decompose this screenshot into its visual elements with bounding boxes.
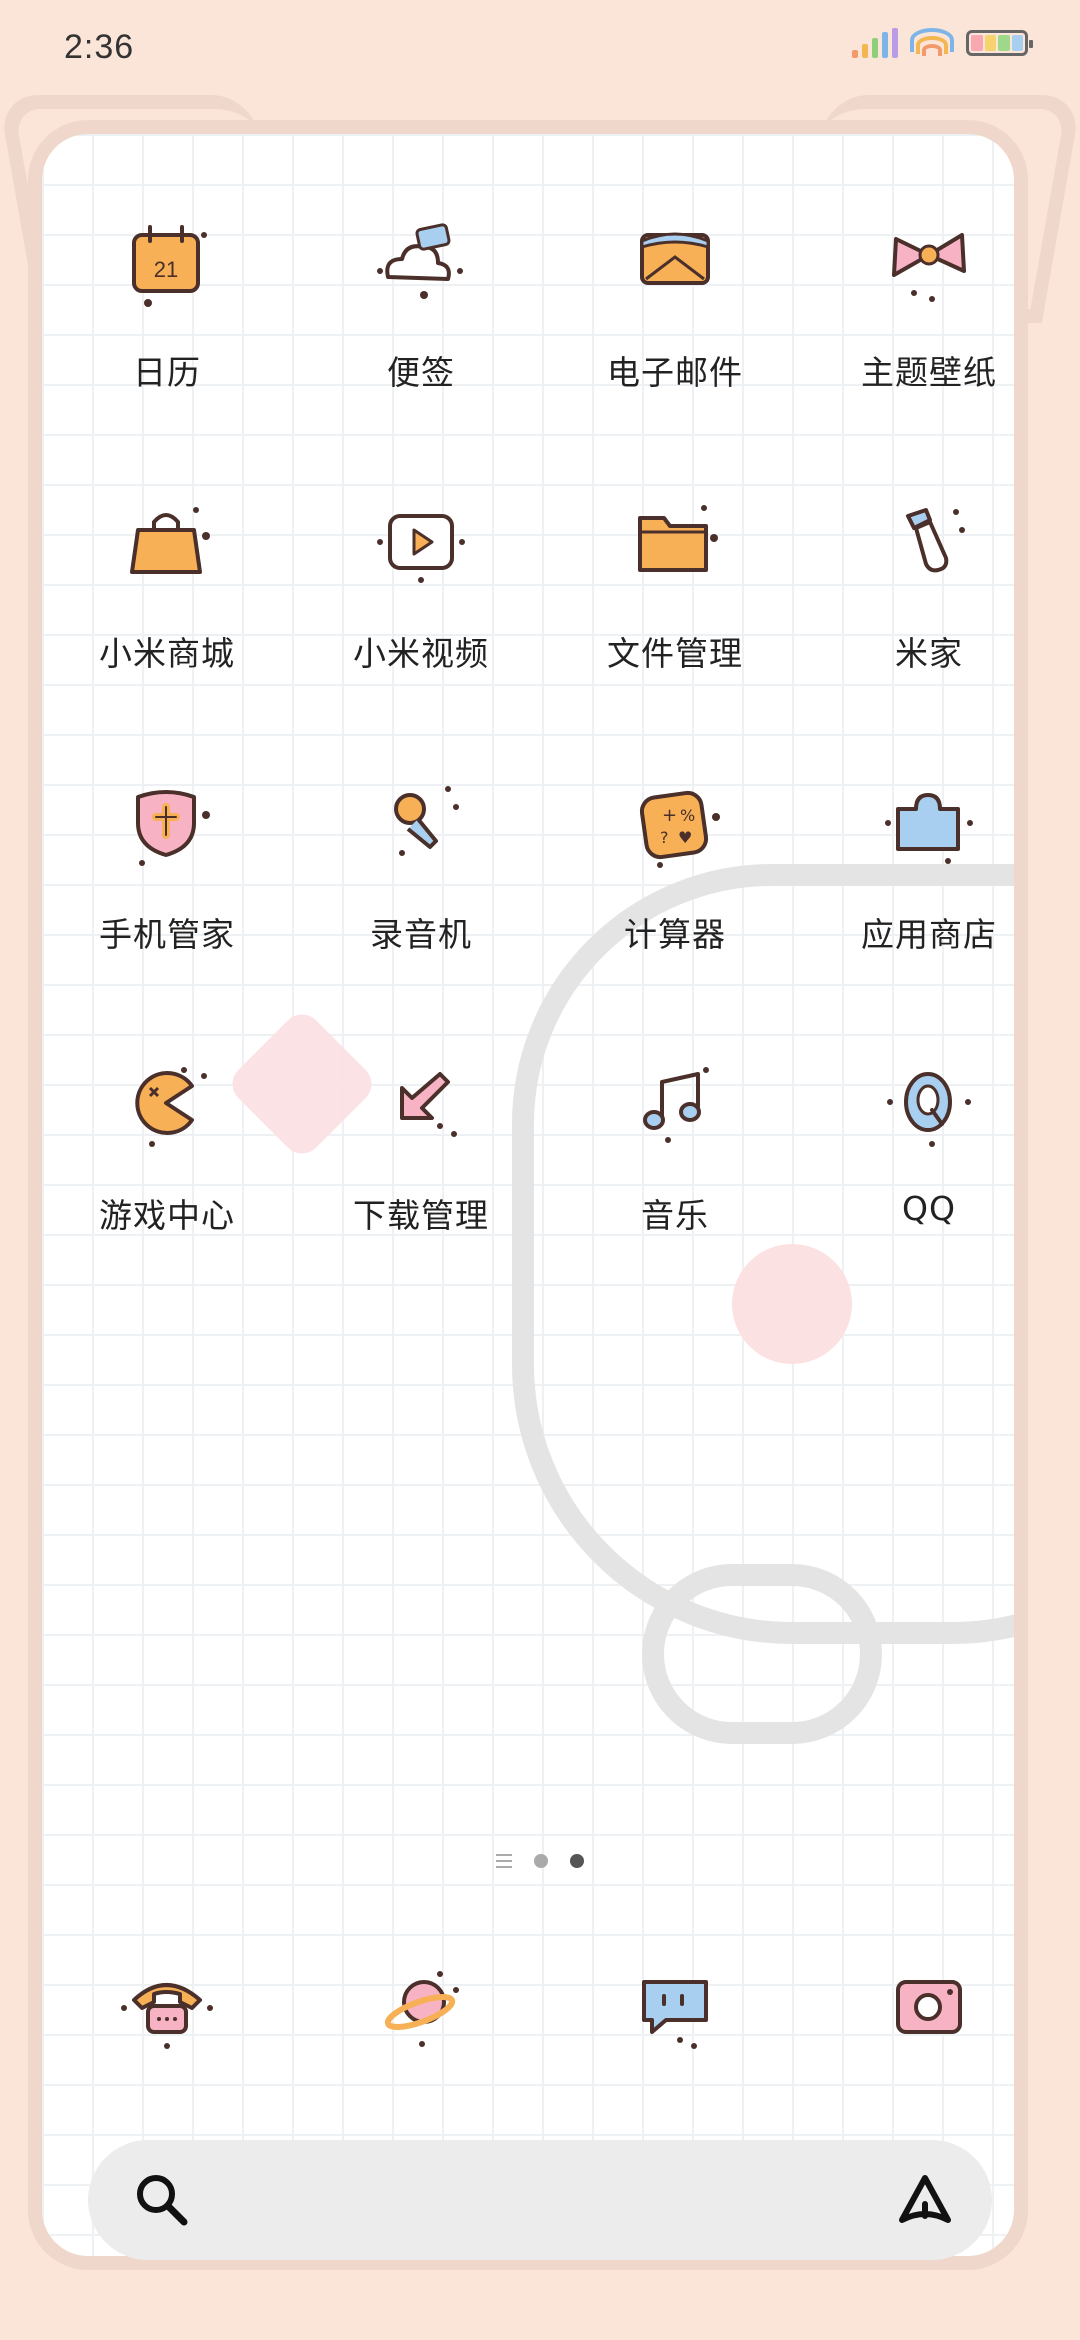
calculator-icon: + % ? ♥ xyxy=(615,762,735,882)
app-label: 主题壁纸 xyxy=(861,353,997,392)
qq-icon xyxy=(869,1043,989,1163)
app-recorder[interactable]: 录音机 xyxy=(294,762,548,1043)
app-label: 文件管理 xyxy=(607,634,743,673)
signal-icon xyxy=(852,28,898,58)
wifi-icon xyxy=(910,28,954,58)
app-label: 米家 xyxy=(895,634,963,673)
app-themes[interactable]: 主题壁纸 xyxy=(802,200,1056,481)
camera-icon[interactable] xyxy=(869,1945,989,2065)
svg-text:%: % xyxy=(680,806,695,825)
wallpaper-cat-paw xyxy=(642,1564,882,1744)
app-label: 音乐 xyxy=(641,1196,709,1235)
battery-icon xyxy=(966,30,1033,56)
app-game-center[interactable]: 游戏中心 xyxy=(40,1043,294,1324)
status-icons xyxy=(852,28,1033,58)
phone-icon[interactable] xyxy=(107,1945,227,2065)
app-grid: 21 日历 便签 电子邮件 主题壁纸 小米商城 小米视频 文件管理 米家 手机管… xyxy=(40,200,1040,1324)
mijia-bottle-icon xyxy=(869,481,989,601)
game-pacman-icon xyxy=(107,1043,227,1163)
app-file-manager[interactable]: 文件管理 xyxy=(548,481,802,762)
app-label: QQ xyxy=(902,1189,956,1228)
svg-text:+: + xyxy=(662,805,677,826)
folder-icon xyxy=(615,481,735,601)
page-dot-active xyxy=(570,1854,584,1868)
app-mijia[interactable]: 米家 xyxy=(802,481,1056,762)
app-app-store[interactable]: 应用商店 xyxy=(802,762,1056,1043)
dock xyxy=(40,1945,1040,2065)
music-note-icon xyxy=(615,1043,735,1163)
assistant-icon[interactable] xyxy=(894,2170,956,2232)
calendar-icon: 21 xyxy=(107,200,227,320)
security-shield-icon xyxy=(107,762,227,882)
app-mi-store[interactable]: 小米商城 xyxy=(40,481,294,762)
app-label: 便签 xyxy=(387,353,455,392)
notes-icon xyxy=(361,200,481,320)
app-calculator[interactable]: + % ? ♥ 计算器 xyxy=(548,762,802,1043)
shopping-bag-icon xyxy=(107,481,227,601)
app-notes[interactable]: 便签 xyxy=(294,200,548,481)
app-security[interactable]: 手机管家 xyxy=(40,762,294,1043)
app-music[interactable]: 音乐 xyxy=(548,1043,802,1324)
calendar-day-number: 21 xyxy=(154,257,178,282)
svg-text:♥: ♥ xyxy=(678,828,692,847)
app-mi-video[interactable]: 小米视频 xyxy=(294,481,548,762)
themes-bow-icon xyxy=(869,200,989,320)
app-downloads[interactable]: 下载管理 xyxy=(294,1043,548,1324)
app-label: 小米商城 xyxy=(99,634,235,673)
app-label: 下载管理 xyxy=(353,1196,489,1235)
messages-icon[interactable] xyxy=(615,1945,735,2065)
status-time: 2:36 xyxy=(64,28,135,66)
app-calendar[interactable]: 21 日历 xyxy=(40,200,294,481)
app-label: 计算器 xyxy=(624,915,726,954)
page-indicator[interactable] xyxy=(0,1854,1080,1868)
app-label: 日历 xyxy=(133,353,201,392)
page-dot xyxy=(534,1854,548,1868)
app-label: 手机管家 xyxy=(99,915,235,954)
svg-text:?: ? xyxy=(660,828,669,847)
microphone-icon xyxy=(361,762,481,882)
app-email[interactable]: 电子邮件 xyxy=(548,200,802,481)
app-store-icon xyxy=(869,762,989,882)
app-qq[interactable]: QQ xyxy=(802,1043,1056,1324)
email-icon xyxy=(615,200,735,320)
page-indicator-list-icon xyxy=(496,1854,512,1868)
app-label: 录音机 xyxy=(370,915,472,954)
app-label: 应用商店 xyxy=(861,915,997,954)
download-arrow-icon xyxy=(361,1043,481,1163)
browser-planet-icon[interactable] xyxy=(361,1945,481,2065)
video-play-icon xyxy=(361,481,481,601)
search-icon[interactable] xyxy=(132,2170,192,2230)
app-label: 小米视频 xyxy=(353,634,489,673)
app-label: 游戏中心 xyxy=(99,1196,235,1235)
app-label: 电子邮件 xyxy=(607,353,743,392)
search-bar[interactable] xyxy=(88,2140,992,2260)
